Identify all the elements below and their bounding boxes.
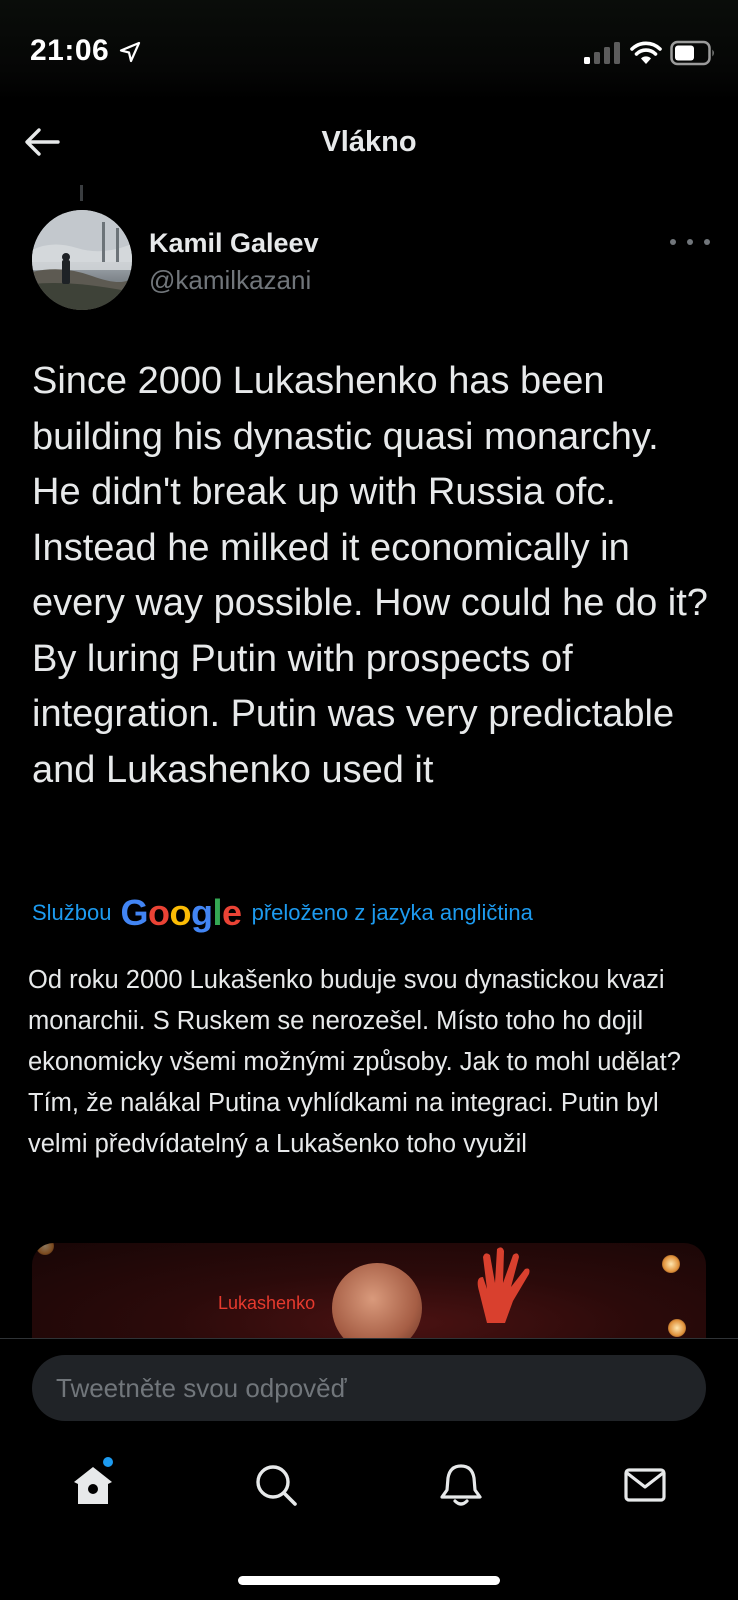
tweet-text: Since 2000 Lukashenko has been building … bbox=[32, 360, 708, 791]
reply-input[interactable]: Tweetněte svou odpověď bbox=[32, 1355, 706, 1421]
cartoon-hand-image bbox=[477, 1247, 530, 1323]
more-options-button[interactable] bbox=[670, 230, 710, 254]
cellular-signal-icon bbox=[584, 42, 620, 64]
translation-prefix: Službou bbox=[32, 900, 112, 925]
avatar-photo bbox=[32, 210, 132, 310]
thread-connector-line bbox=[80, 185, 83, 201]
translation-attribution[interactable]: Službou Google přeloženo z jazyka anglič… bbox=[32, 895, 533, 931]
home-indicator[interactable] bbox=[238, 1576, 500, 1585]
google-logo: Google bbox=[120, 892, 243, 933]
avatar[interactable] bbox=[32, 210, 132, 310]
light-bulb-decoration bbox=[36, 1243, 54, 1255]
page-title: Vlákno bbox=[321, 126, 417, 158]
google-letter: l bbox=[212, 892, 223, 933]
notification-dot bbox=[103, 1457, 113, 1467]
wifi-icon bbox=[630, 41, 662, 64]
google-letter: o bbox=[148, 892, 170, 933]
media-caption-label: Lukashenko bbox=[218, 1293, 316, 1313]
location-arrow-icon bbox=[119, 41, 141, 63]
author-handle[interactable]: @kamilkazani bbox=[149, 265, 311, 296]
mail-icon[interactable] bbox=[622, 1462, 668, 1508]
bell-icon[interactable] bbox=[438, 1462, 484, 1508]
google-letter: g bbox=[191, 892, 213, 933]
google-letter: o bbox=[169, 892, 192, 933]
translated-text: Od roku 2000 Lukašenko buduje svou dynas… bbox=[28, 966, 681, 1158]
translation-suffix: přeloženo z jazyka angličtina bbox=[251, 900, 533, 925]
battery-icon bbox=[670, 40, 714, 66]
more-dot-icon bbox=[704, 239, 710, 245]
google-letter: e bbox=[222, 892, 242, 933]
status-time: 21:06 bbox=[30, 34, 110, 67]
navigation-header: Vlákno bbox=[0, 100, 738, 182]
more-dot-icon bbox=[670, 239, 676, 245]
light-bulb-decoration bbox=[662, 1255, 680, 1273]
more-dot-icon bbox=[687, 239, 693, 245]
cartoon-character-figure bbox=[332, 1263, 422, 1343]
google-letter: G bbox=[120, 892, 149, 933]
search-icon[interactable] bbox=[253, 1462, 299, 1508]
light-bulb-decoration bbox=[668, 1319, 686, 1337]
status-bar: 21:06 bbox=[0, 0, 738, 100]
home-icon[interactable] bbox=[70, 1462, 116, 1508]
tweet-media[interactable]: Lukashenko bbox=[32, 1243, 706, 1343]
author-name[interactable]: Kamil Galeev bbox=[149, 228, 319, 259]
